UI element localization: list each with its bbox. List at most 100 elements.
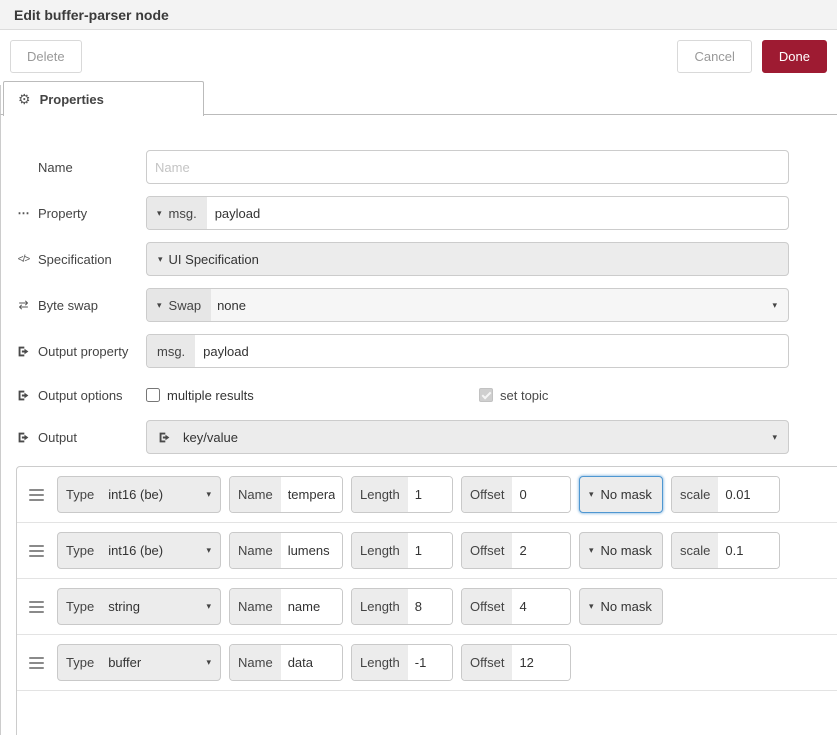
drag-handle-icon[interactable]: [29, 488, 49, 501]
item-name-input[interactable]: [280, 589, 342, 624]
item-length-input[interactable]: [407, 533, 452, 568]
item-type-value: int16 (be): [108, 543, 164, 558]
item-scale-input[interactable]: [718, 477, 779, 512]
chevron-down-icon: ▾: [589, 601, 594, 611]
item-scale-input[interactable]: [718, 533, 779, 568]
chevron-down-icon: ▾: [206, 489, 211, 499]
item-offset-input[interactable]: [512, 477, 570, 512]
chevron-down-icon: ▾: [206, 657, 211, 667]
parse-item-row: Type string ▾ Name Length Offset ▾ No mask: [17, 579, 837, 635]
item-length-input[interactable]: [407, 589, 452, 624]
drag-handle-icon[interactable]: [29, 656, 49, 669]
parse-items-list: Type int16 (be) ▾ Name Length Offset ▾ No mask s…: [16, 466, 837, 735]
item-type-select[interactable]: Type int16 (be) ▾: [57, 476, 221, 513]
output-select[interactable]: key/value ▾: [146, 420, 789, 454]
property-type-button[interactable]: ▾ msg.: [147, 197, 207, 229]
item-name-field: Name: [229, 476, 343, 513]
delete-button[interactable]: Delete: [10, 40, 82, 73]
property-type-label: msg.: [168, 205, 197, 221]
specification-select[interactable]: ▾ UI Specification: [146, 242, 789, 276]
byteswap-type-button[interactable]: ▾ Swap: [147, 289, 212, 321]
swap-icon: ⇄: [18, 298, 29, 312]
item-mask-label: No mask: [600, 487, 652, 502]
item-type-label: Type: [66, 487, 95, 502]
item-scale-field: scale: [671, 532, 780, 569]
form-row-specification: </> Specification ▾ UI Specification: [15, 242, 837, 276]
sign-out-icon: [15, 431, 32, 444]
item-offset-input[interactable]: [512, 645, 570, 680]
drag-handle-icon[interactable]: [29, 544, 49, 557]
gear-icon: ⚙: [18, 90, 31, 107]
item-length-label: Length: [352, 477, 408, 512]
item-mask-label: No mask: [600, 599, 652, 614]
item-length-field: Length: [351, 476, 453, 513]
item-type-label: Type: [66, 543, 95, 558]
sign-out-icon: [147, 431, 171, 444]
parse-item-row: Type int16 (be) ▾ Name Length Offset ▾ No mask s…: [17, 523, 837, 579]
specification-label-group: </> Specification: [15, 252, 146, 267]
item-offset-label: Offset: [462, 645, 513, 680]
item-mask-button[interactable]: ▾ No mask: [579, 476, 663, 513]
item-mask-button[interactable]: ▾ No mask: [579, 588, 663, 625]
item-type-select[interactable]: Type buffer ▾: [57, 644, 221, 681]
item-offset-field: Offset: [461, 476, 571, 513]
item-scale-label: scale: [672, 477, 719, 512]
item-length-label: Length: [352, 533, 408, 568]
item-type-value: int16 (be): [108, 487, 164, 502]
item-type-value: buffer: [108, 655, 142, 670]
output-options-label-group: Output options: [15, 388, 146, 403]
item-length-label: Length: [352, 589, 408, 624]
chevron-down-icon: ▾: [157, 207, 162, 218]
cancel-button[interactable]: Cancel: [677, 40, 752, 73]
name-input[interactable]: [147, 151, 788, 183]
output-property-field: msg.: [146, 334, 789, 368]
form-row-property: ⋯ Property ▾ msg.: [15, 196, 837, 230]
form-row-output-options: Output options multiple results set topi…: [15, 380, 837, 410]
output-label: Output: [38, 429, 78, 445]
item-name-field: Name: [229, 644, 343, 681]
item-length-input[interactable]: [407, 645, 452, 680]
parse-item-row: Type buffer ▾ Name Length Offset: [17, 635, 837, 691]
item-offset-label: Offset: [462, 533, 513, 568]
output-property-prefix-label: msg.: [157, 343, 186, 359]
output-value: key/value: [183, 429, 238, 445]
tab-properties[interactable]: ⚙ Properties: [3, 81, 204, 117]
multiple-results-checkbox[interactable]: [146, 388, 160, 402]
byteswap-label-group: ⇄ Byte swap: [15, 298, 146, 313]
drag-handle-icon[interactable]: [29, 600, 49, 613]
byteswap-select[interactable]: ▾ Swap none ▾: [146, 288, 789, 322]
item-name-label: Name: [230, 589, 281, 624]
item-name-input[interactable]: [280, 645, 342, 680]
item-name-label: Name: [230, 477, 281, 512]
item-length-field: Length: [351, 644, 453, 681]
item-type-select[interactable]: Type int16 (be) ▾: [57, 532, 221, 569]
name-label-group: Name: [15, 160, 146, 175]
item-offset-label: Offset: [462, 589, 513, 624]
done-button[interactable]: Done: [761, 40, 827, 73]
item-length-field: Length: [351, 532, 453, 569]
item-length-field: Length: [351, 588, 453, 625]
set-topic-label: set topic: [500, 387, 549, 403]
sign-out-icon: [15, 345, 32, 358]
item-name-field: Name: [229, 532, 343, 569]
item-offset-field: Offset: [461, 532, 571, 569]
item-offset-label: Offset: [462, 477, 513, 512]
item-name-label: Name: [230, 645, 281, 680]
byteswap-label: Byte swap: [38, 297, 98, 313]
item-type-value: string: [108, 599, 140, 614]
specification-label: Specification: [38, 251, 112, 267]
item-type-select[interactable]: Type string ▾: [57, 588, 221, 625]
item-offset-input[interactable]: [512, 589, 570, 624]
item-offset-input[interactable]: [512, 533, 570, 568]
item-scale-field: scale: [671, 476, 780, 513]
item-mask-button[interactable]: ▾ No mask: [579, 532, 663, 569]
dialog-header: Edit buffer-parser node: [0, 0, 837, 30]
output-property-label: Output property: [38, 343, 129, 359]
property-input[interactable]: [206, 197, 788, 229]
item-name-input[interactable]: [280, 477, 342, 512]
item-name-input[interactable]: [280, 533, 342, 568]
byteswap-type-label: Swap: [168, 297, 202, 313]
item-type-label: Type: [66, 599, 95, 614]
output-property-input[interactable]: [195, 335, 788, 367]
item-length-input[interactable]: [407, 477, 452, 512]
